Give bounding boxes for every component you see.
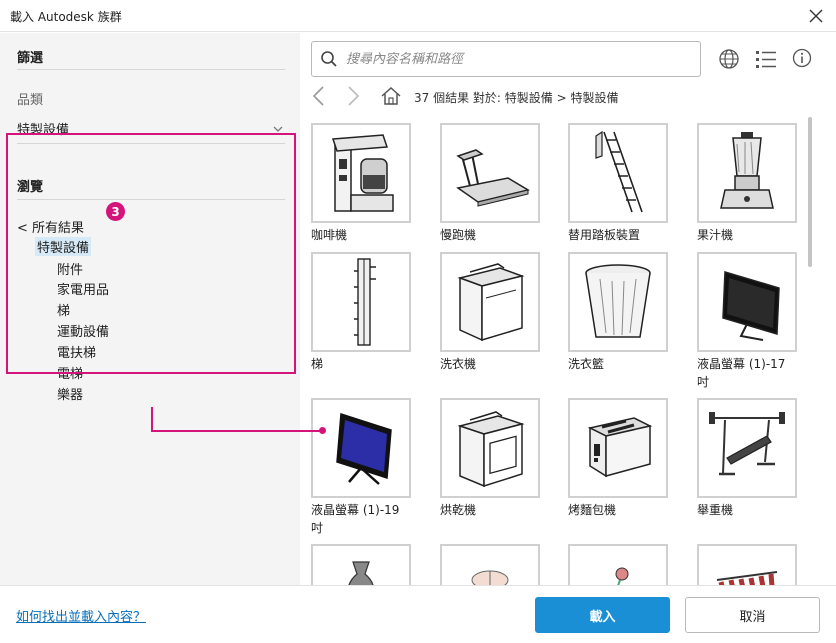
result-item[interactable]: 洗衣籃 (568, 252, 668, 373)
vase-icon (311, 544, 411, 585)
callout-dot (319, 427, 326, 434)
result-item[interactable]: 烘乾機 (440, 398, 540, 519)
browse-highlight-box (6, 133, 296, 374)
close-icon[interactable] (804, 4, 828, 28)
monitor-17-icon (697, 252, 797, 352)
wall-ladder-icon (311, 252, 411, 352)
content-panel: 37 個結果 對於: 特製設備 > 特製設備 咖啡機 (300, 33, 836, 585)
toaster-icon (568, 398, 668, 498)
result-label: 烘乾機 (440, 503, 477, 517)
footer: 如何找出並載入內容？ 載入 取消 (0, 585, 836, 643)
result-item[interactable]: 梯 (311, 252, 411, 373)
result-item[interactable]: 烤麵包機 (568, 398, 668, 519)
forward-icon[interactable] (344, 85, 362, 111)
result-item[interactable]: 液晶螢幕 (1)-19 吋 (311, 398, 411, 537)
result-label: 咖啡機 (311, 228, 348, 242)
dryer-icon (440, 398, 540, 498)
home-icon[interactable] (380, 85, 402, 111)
result-item[interactable] (311, 544, 411, 585)
search-box (311, 41, 701, 77)
result-label: 烤麵包機 (568, 503, 617, 517)
callout-badge: 3 (106, 202, 125, 221)
callout-line (151, 407, 153, 432)
result-item[interactable] (568, 544, 668, 585)
search-icon (320, 50, 338, 72)
scrollbar-thumb[interactable] (808, 117, 812, 267)
weight-bench-icon (697, 398, 797, 498)
result-item[interactable]: 舉重機 (697, 398, 797, 519)
breadcrumb: 37 個結果 對於: 特製設備 > 特製設備 (414, 91, 619, 105)
load-button[interactable]: 載入 (535, 597, 670, 633)
title-bar: 載入 Autodesk 族群 (0, 0, 836, 32)
result-item[interactable] (440, 544, 540, 585)
umbrella-icon (440, 544, 540, 585)
result-label: 果汁機 (697, 228, 734, 242)
laundry-basket-icon (568, 252, 668, 352)
result-item[interactable]: 咖啡機 (311, 123, 411, 244)
scrollbar[interactable] (807, 117, 813, 585)
info-icon[interactable] (792, 48, 812, 72)
result-label: 液晶螢幕 (1)-17 吋 (697, 357, 786, 389)
result-label: 慢跑機 (440, 228, 477, 242)
tree-item-instruments[interactable]: 樂器 (57, 384, 83, 403)
divider (17, 69, 285, 70)
result-item[interactable]: 慢跑機 (440, 123, 540, 244)
globe-icon[interactable] (718, 48, 740, 74)
list-view-icon[interactable] (755, 48, 777, 74)
result-label: 液晶螢幕 (1)-19 吋 (311, 503, 400, 535)
plant-icon (568, 544, 668, 585)
cancel-button[interactable]: 取消 (685, 597, 820, 633)
results-grid: 咖啡機 慢跑機 替用踏板裝置 果汁機 梯 洗衣機 洗衣籃 液晶螢幕 (1)-17… (300, 123, 810, 585)
search-input[interactable] (346, 49, 686, 69)
filter-title: 篩選 (17, 51, 44, 66)
window-title: 載入 Autodesk 族群 (10, 10, 122, 24)
treadmill-icon (440, 123, 540, 223)
result-item[interactable] (697, 544, 797, 585)
result-label: 梯 (311, 357, 324, 371)
result-label: 替用踏板裝置 (568, 228, 641, 242)
result-item[interactable]: 液晶螢幕 (1)-17 吋 (697, 252, 797, 391)
callout-line (151, 430, 322, 432)
ladder-icon (568, 123, 668, 223)
blender-icon (697, 123, 797, 223)
coffee-machine-icon (311, 123, 411, 223)
result-label: 舉重機 (697, 503, 734, 517)
result-label: 洗衣機 (440, 357, 477, 371)
back-icon[interactable] (310, 85, 328, 111)
category-label: 品類 (17, 93, 44, 108)
result-label: 洗衣籃 (568, 357, 605, 371)
navigation-row: 37 個結果 對於: 特製設備 > 特製設備 (308, 85, 828, 109)
result-item[interactable]: 替用踏板裝置 (568, 123, 668, 244)
help-link[interactable]: 如何找出並載入內容？ (16, 606, 146, 625)
clothes-rack-icon (697, 544, 797, 585)
monitor-19-icon (311, 398, 411, 498)
result-item[interactable]: 洗衣機 (440, 252, 540, 373)
result-item[interactable]: 果汁機 (697, 123, 797, 244)
washing-machine-icon (440, 252, 540, 352)
